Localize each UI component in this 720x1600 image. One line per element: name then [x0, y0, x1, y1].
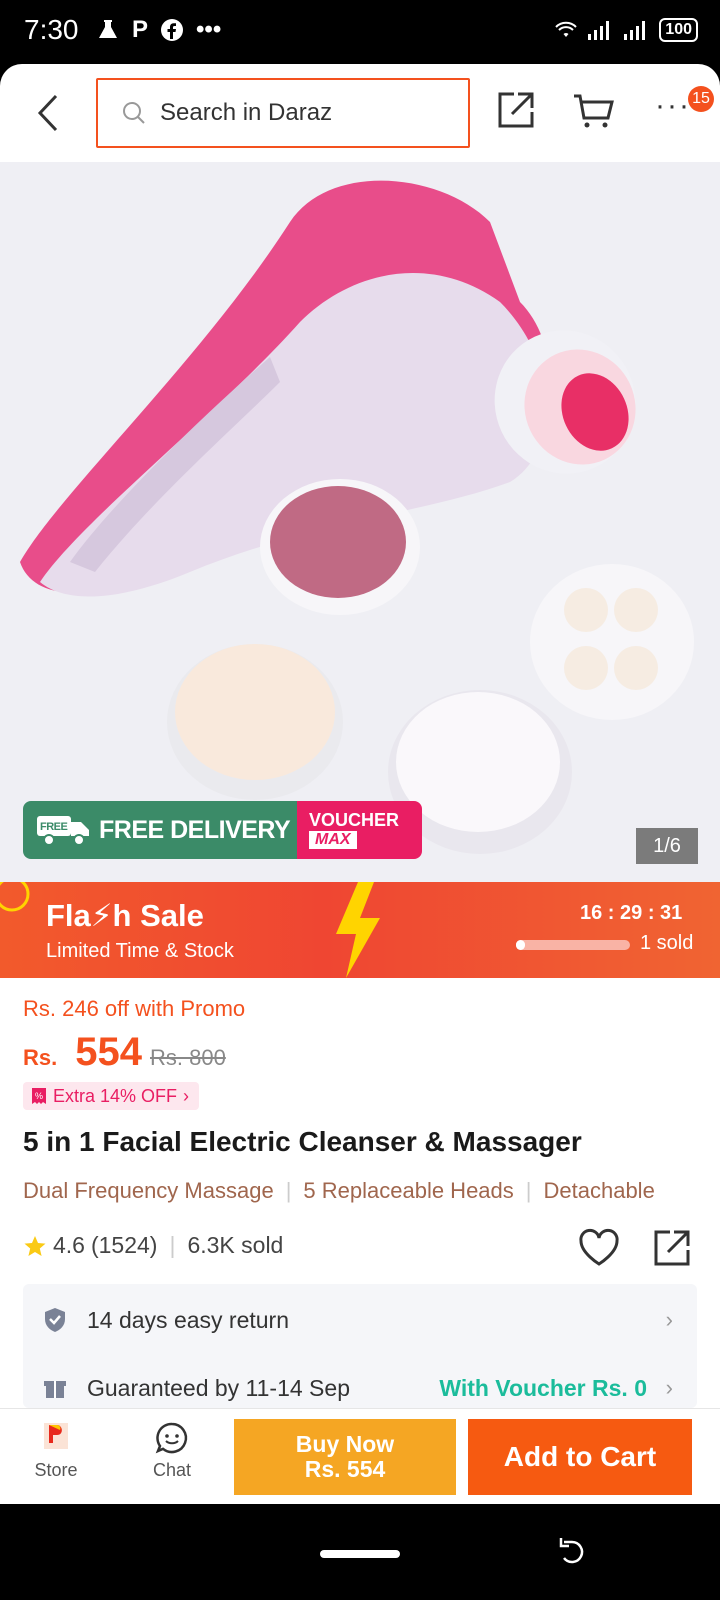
- image-page-indicator: 1/6: [636, 828, 698, 864]
- store-label: Store: [34, 1460, 78, 1480]
- battery-icon: 100: [659, 18, 698, 42]
- rating-row[interactable]: 4.6 (1524) | 6.3K sold: [23, 1232, 283, 1259]
- feature-item: Detachable: [543, 1178, 655, 1203]
- feature-item: Dual Frequency Massage: [23, 1178, 274, 1203]
- currency: Rs.: [23, 1045, 58, 1070]
- feature-separator: |: [525, 1178, 532, 1203]
- p-app-icon: P: [132, 16, 149, 43]
- service-info-card: 14 days easy return › Guaranteed by 11-1…: [23, 1284, 697, 1408]
- coupon-icon: %: [32, 1088, 46, 1104]
- more-options-icon[interactable]: ···: [655, 91, 691, 121]
- rating-divider: |: [169, 1232, 176, 1258]
- status-time: 7:30: [24, 14, 79, 45]
- product-title: 5 in 1 Facial Electric Cleanser & Massag…: [23, 1126, 582, 1157]
- free-delivery-tag: FREE FREE DELIVERY: [23, 801, 297, 859]
- chevron-right-icon: ›: [665, 1307, 673, 1332]
- share-icon[interactable]: [496, 90, 536, 130]
- system-navigation-bar: [0, 1504, 720, 1600]
- svg-text:%: %: [35, 1091, 43, 1101]
- flash-sale-banner[interactable]: Fla⚡h Sale Limited Time & Stock 16 : 29 …: [0, 882, 720, 978]
- wifi-icon: [555, 21, 578, 37]
- rotate-screen-icon[interactable]: [558, 1536, 588, 1568]
- notification-icons: P •••: [96, 16, 221, 44]
- extra-offer-label: Extra 14% OFF: [53, 1085, 178, 1106]
- flask-icon: [99, 20, 117, 38]
- store-button[interactable]: Store: [28, 1421, 84, 1481]
- flash-sale-countdown: 16 : 29 : 31: [580, 902, 683, 924]
- search-icon: [123, 102, 145, 124]
- chevron-right-icon: ›: [665, 1375, 673, 1400]
- home-gesture-pill[interactable]: [320, 1550, 400, 1558]
- voucher-label: VOUCHER: [309, 810, 400, 830]
- voucher-max-tag: VOUCHER MAX: [297, 801, 422, 859]
- current-price: 554: [75, 1030, 142, 1074]
- sold-progress-fill: [516, 940, 526, 950]
- extra-offer-chip[interactable]: % Extra 14% OFF ›: [23, 1082, 200, 1110]
- sold-count: 6.3K sold: [187, 1232, 284, 1258]
- rating-value: 4.6: [53, 1232, 85, 1258]
- original-price: Rs. 800: [150, 1045, 226, 1070]
- facebook-icon: [161, 19, 184, 41]
- chat-label: Chat: [152, 1460, 192, 1480]
- cart-icon[interactable]: [572, 90, 614, 130]
- gift-box-icon: [44, 1381, 66, 1398]
- free-tag-text: FREE: [40, 821, 68, 833]
- top-app-bar: Search in Daraz ··· 15: [0, 64, 720, 162]
- delivery-guarantee-row[interactable]: Guaranteed by 11-14 Sep With Voucher Rs.…: [23, 1356, 697, 1408]
- product-image-carousel[interactable]: [0, 162, 720, 882]
- buy-now-price: Rs. 554: [304, 1456, 386, 1482]
- search-input[interactable]: Search in Daraz: [96, 78, 470, 148]
- flash-sold-count: 1 sold: [640, 932, 694, 954]
- price-row: Rs. 554 Rs. 800: [23, 1030, 226, 1075]
- chevron-right-icon: ›: [183, 1085, 190, 1106]
- lightning-icon: [336, 882, 380, 978]
- delivery-guarantee-label: Guaranteed by 11-14 Sep: [87, 1374, 350, 1401]
- promo-text: Rs. 246 off with Promo: [23, 996, 246, 1021]
- return-policy-label: 14 days easy return: [87, 1306, 290, 1333]
- chat-icon: [155, 1422, 188, 1454]
- product-image: [20, 180, 694, 854]
- voucher-max-label: MAX: [309, 831, 357, 849]
- store-logo-icon: [44, 1423, 68, 1449]
- cart-count-badge: 15: [688, 86, 714, 112]
- feature-item: 5 Replaceable Heads: [303, 1178, 514, 1203]
- sold-progress-bar: [516, 940, 630, 950]
- feature-highlights: Dual Frequency Massage | 5 Replaceable Hea…: [23, 1178, 703, 1204]
- add-to-cart-label: Add to Cart: [503, 1441, 657, 1472]
- share-icon[interactable]: [652, 1228, 692, 1268]
- system-indicators: 100: [555, 18, 698, 42]
- buy-now-label: Buy Now: [295, 1431, 395, 1457]
- product-info: Rs. 246 off with Promo Rs. 554 Rs. 800 %…: [0, 978, 720, 1408]
- review-count: (1524): [90, 1232, 158, 1258]
- free-delivery-label: FREE DELIVERY: [99, 815, 291, 844]
- flash-sale-subtitle: Limited Time & Stock: [46, 940, 234, 962]
- star-icon: [24, 1235, 46, 1256]
- bottom-action-bar: Store Chat Buy Now Rs. 554 Add to Cart: [0, 1408, 720, 1504]
- status-bar: 7:30 P ••• 100: [0, 0, 720, 64]
- feature-separator: |: [285, 1178, 292, 1203]
- bolt-decoration-icon: [0, 882, 30, 912]
- free-delivery-banner: FREE FREE DELIVERY VOUCHER MAX: [23, 801, 422, 859]
- wishlist-heart-icon[interactable]: [578, 1228, 620, 1268]
- shield-icon: [45, 1308, 65, 1332]
- back-arrow-icon[interactable]: [34, 94, 64, 132]
- add-to-cart-button[interactable]: Add to Cart: [468, 1419, 692, 1495]
- signal-icon: [588, 21, 610, 40]
- signal-icon-2: [624, 21, 646, 40]
- flash-sale-title: Fla⚡h Sale: [46, 898, 204, 933]
- voucher-delivery-text: With Voucher Rs. 0: [439, 1374, 647, 1401]
- delivery-truck-icon: FREE: [37, 816, 89, 846]
- more-notifications: •••: [196, 16, 222, 43]
- chat-button[interactable]: Chat: [144, 1421, 200, 1481]
- buy-now-button[interactable]: Buy Now Rs. 554: [234, 1419, 456, 1495]
- return-policy-row[interactable]: 14 days easy return ›: [23, 1288, 697, 1352]
- search-placeholder: Search in Daraz: [160, 99, 333, 126]
